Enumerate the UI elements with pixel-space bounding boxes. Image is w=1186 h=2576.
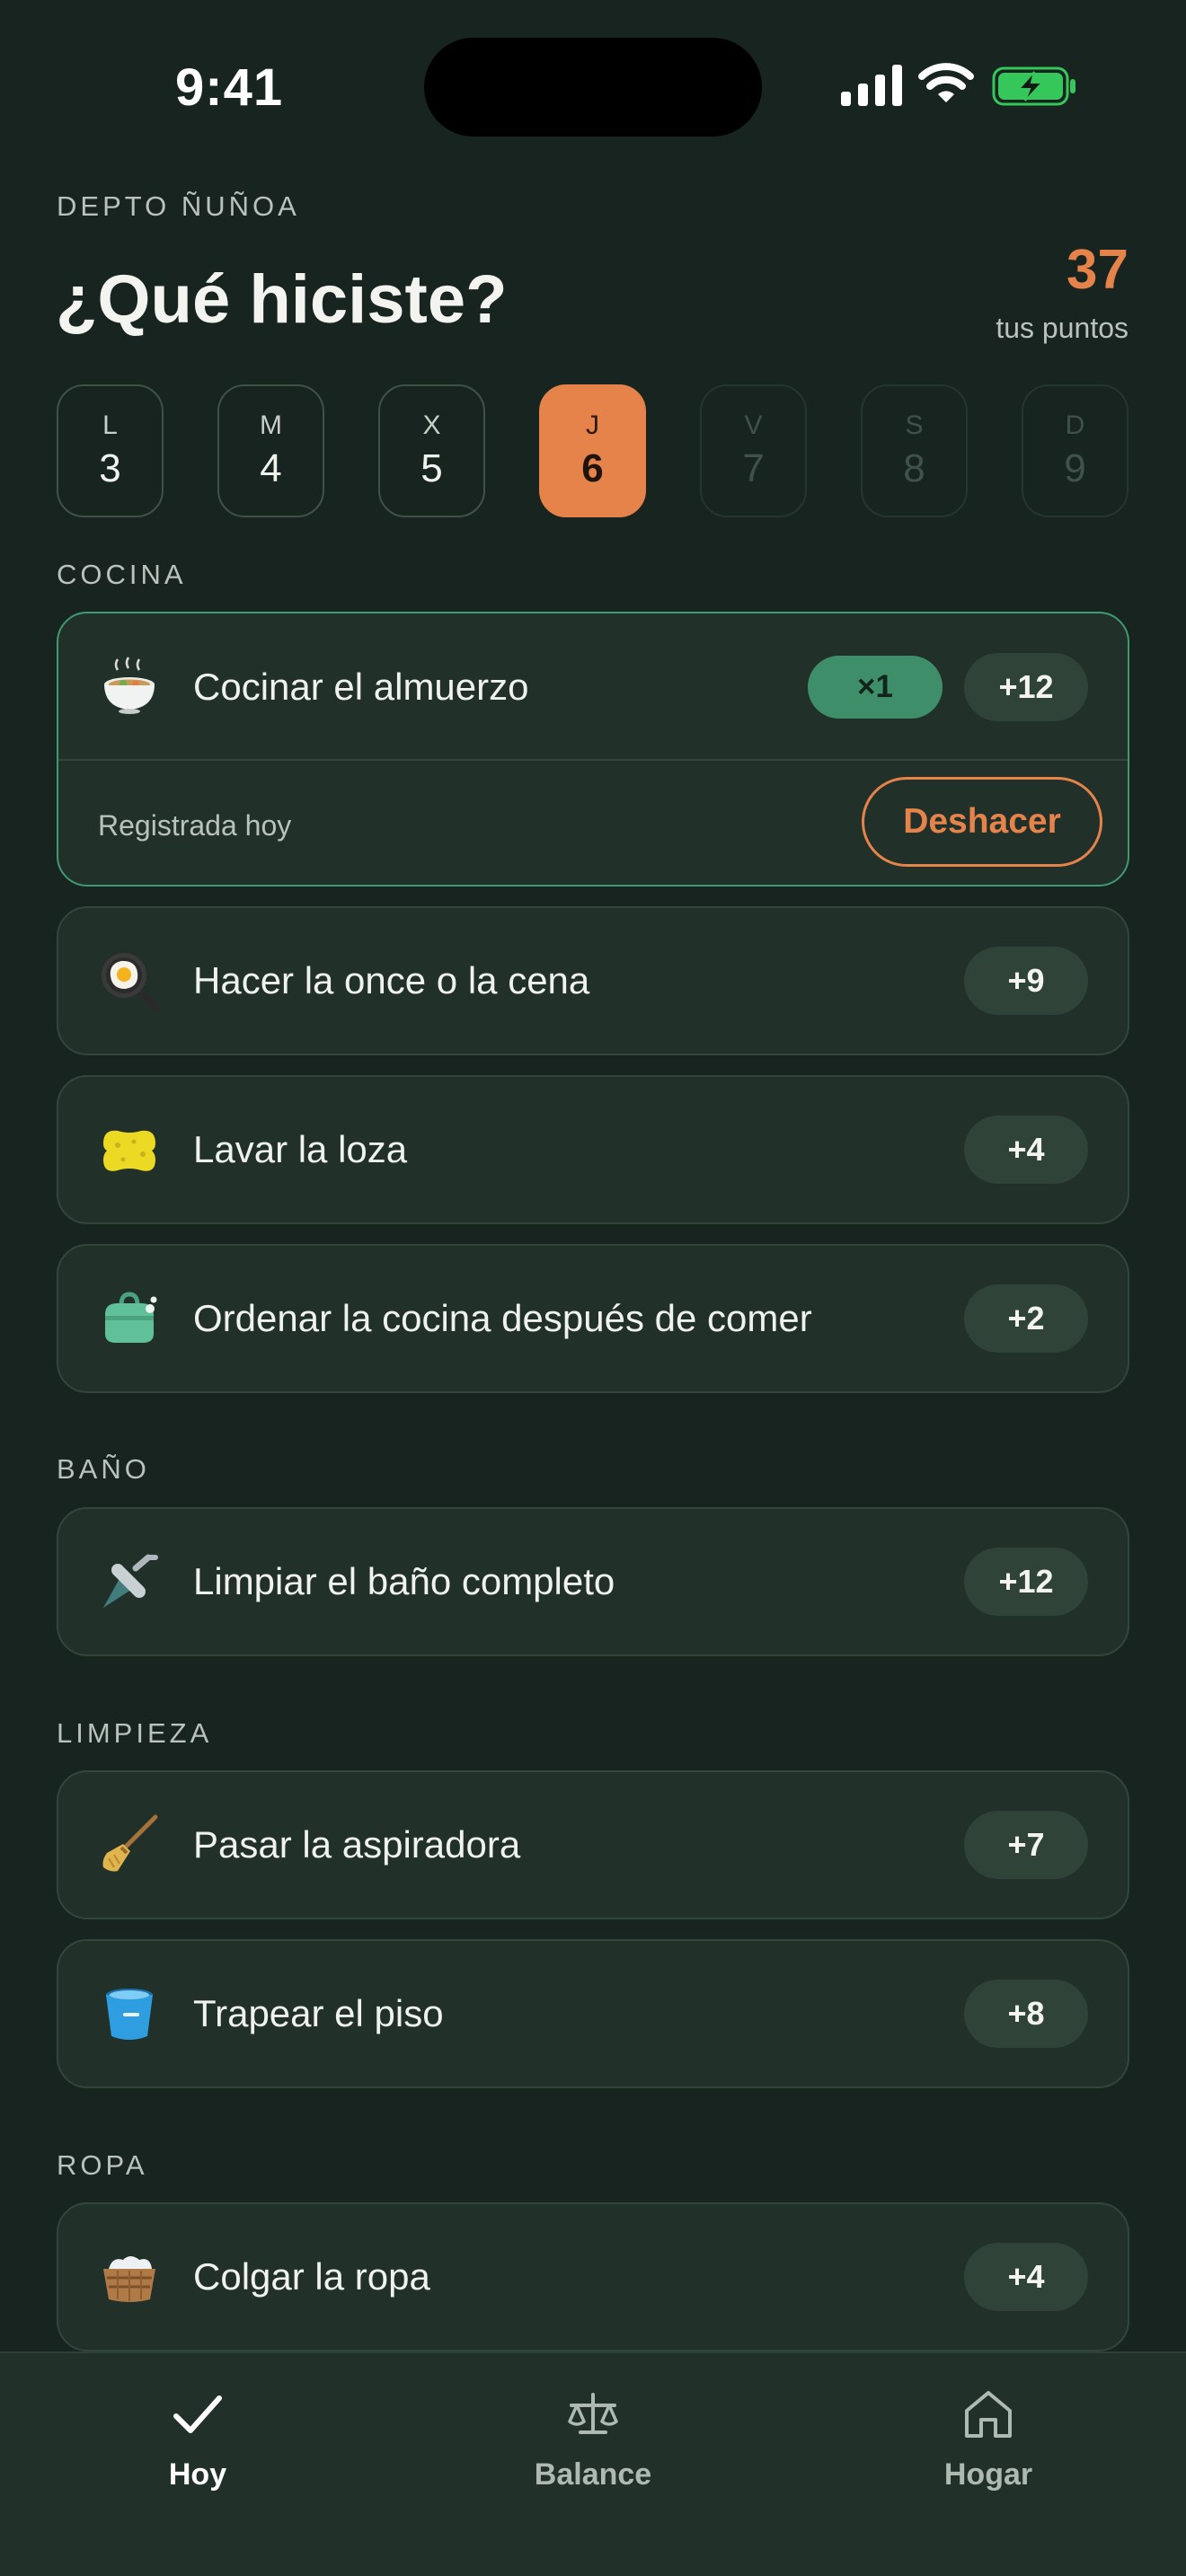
tab-label: Balance [534, 2457, 652, 2492]
day-number: 3 [99, 446, 121, 490]
broom-icon [96, 1812, 163, 1878]
day-number: 4 [260, 446, 282, 490]
task-card-pasar-aspiradora[interactable]: Pasar la aspiradora +7 [57, 1770, 1129, 1919]
home-icon [965, 2391, 1012, 2438]
task-name: Cocinar el almuerzo [193, 666, 529, 708]
tab-bar: Hoy Balance Hogar [0, 2351, 1186, 2576]
points-value: 37 [1067, 239, 1128, 301]
scale-icon [568, 2393, 618, 2434]
task-name: Limpiar el baño completo [193, 1560, 615, 1602]
logged-status-text: Registrada hoy [98, 809, 292, 842]
day-letter: D [1065, 410, 1085, 440]
task-card-cocinar-almuerzo: Cocinar el almuerzo ×1 +12 Registrada ho… [57, 612, 1129, 887]
day-chip-lunes[interactable]: L 3 [57, 384, 164, 517]
bucket-icon [96, 1981, 163, 2047]
day-number: 6 [581, 446, 604, 490]
day-letter: M [260, 410, 282, 440]
section-label-bano: BAÑO [57, 1453, 150, 1485]
task-card-colgar-ropa[interactable]: Colgar la ropa +4 [57, 2202, 1129, 2351]
task-card-lavar-loza[interactable]: Lavar la loza +4 [57, 1075, 1129, 1224]
wifi-icon [918, 63, 974, 102]
task-name: Hacer la once o la cena [193, 959, 590, 1001]
battery-charging-icon [992, 66, 1075, 106]
sponge-icon [96, 1116, 163, 1183]
task-card-ordenar-cocina[interactable]: Ordenar la cocina después de comer +2 [57, 1244, 1129, 1393]
frying-pan-icon [96, 948, 163, 1014]
task-count-badge: ×1 [808, 656, 943, 719]
cellular-signal-icon [841, 65, 902, 106]
task-name: Trapear el piso [193, 1992, 444, 2034]
tab-balance[interactable]: Balance [494, 2386, 692, 2492]
section-label-limpieza: LIMPIEZA [57, 1717, 213, 1749]
day-letter: S [905, 410, 924, 440]
task-card-once-cena[interactable]: Hacer la once o la cena +9 [57, 906, 1129, 1055]
day-chip-domingo: D 9 [1022, 384, 1128, 517]
task-points-badge: +8 [964, 1980, 1088, 2048]
task-row-cocinar-almuerzo[interactable]: Cocinar el almuerzo ×1 +12 [58, 613, 1128, 761]
task-name: Lavar la loza [193, 1128, 408, 1170]
day-letter: L [102, 410, 118, 440]
day-chip-jueves-selected[interactable]: J 6 [539, 384, 646, 517]
task-name: Ordenar la cocina después de comer [193, 1297, 812, 1339]
day-selector: L 3 M 4 X 5 J 6 V 7 S 8 D 9 [57, 384, 1129, 517]
household-name: DEPTO ÑUÑOA [57, 190, 300, 222]
task-points-badge: +12 [964, 1548, 1088, 1616]
dynamic-island [424, 38, 762, 137]
app-root: 9:41 DEPTO ÑUÑOA ¿Qué hiciste? 37 tus pu… [0, 0, 1186, 2576]
task-name: Colgar la ropa [193, 2255, 430, 2298]
day-chip-martes[interactable]: M 4 [217, 384, 324, 517]
task-points-badge: +9 [964, 947, 1088, 1015]
section-label-cocina: COCINA [57, 559, 187, 590]
points-label: tus puntos [996, 312, 1128, 344]
status-time: 9:41 [175, 58, 284, 117]
shower-icon [96, 1548, 163, 1615]
day-chip-miercoles[interactable]: X 5 [378, 384, 485, 517]
task-name: Pasar la aspiradora [193, 1823, 521, 1866]
tab-label: Hoy [168, 2457, 227, 2492]
checkmark-icon [173, 2395, 222, 2433]
bowl-icon [96, 654, 163, 720]
day-chip-viernes: V 7 [700, 384, 807, 517]
day-number: 7 [742, 446, 765, 490]
tab-hogar[interactable]: Hogar [890, 2386, 1087, 2492]
day-number: 5 [420, 446, 443, 490]
tab-hoy[interactable]: Hoy [99, 2386, 296, 2492]
day-number: 8 [903, 446, 925, 490]
cleaning-bag-icon [96, 1285, 163, 1352]
laundry-basket-icon [96, 2244, 163, 2310]
day-letter: X [422, 410, 441, 440]
task-points-badge: +4 [964, 2243, 1088, 2311]
day-number: 9 [1064, 446, 1086, 490]
task-points-badge: +7 [964, 1811, 1088, 1879]
page-title: ¿Qué hiciste? [56, 261, 508, 338]
task-points-badge: +2 [964, 1284, 1088, 1353]
day-letter: J [586, 410, 599, 440]
task-card-trapear-piso[interactable]: Trapear el piso +8 [57, 1939, 1129, 2088]
tab-label: Hogar [943, 2457, 1033, 2492]
task-points-badge: +4 [964, 1116, 1088, 1184]
undo-button[interactable]: Deshacer [862, 777, 1102, 867]
card-divider [58, 759, 1128, 761]
section-label-ropa: ROPA [57, 2149, 148, 2181]
day-letter: V [744, 410, 763, 440]
task-points-badge: +12 [964, 653, 1088, 721]
task-card-limpiar-bano[interactable]: Limpiar el baño completo +12 [57, 1507, 1129, 1656]
day-chip-sabado: S 8 [861, 384, 968, 517]
